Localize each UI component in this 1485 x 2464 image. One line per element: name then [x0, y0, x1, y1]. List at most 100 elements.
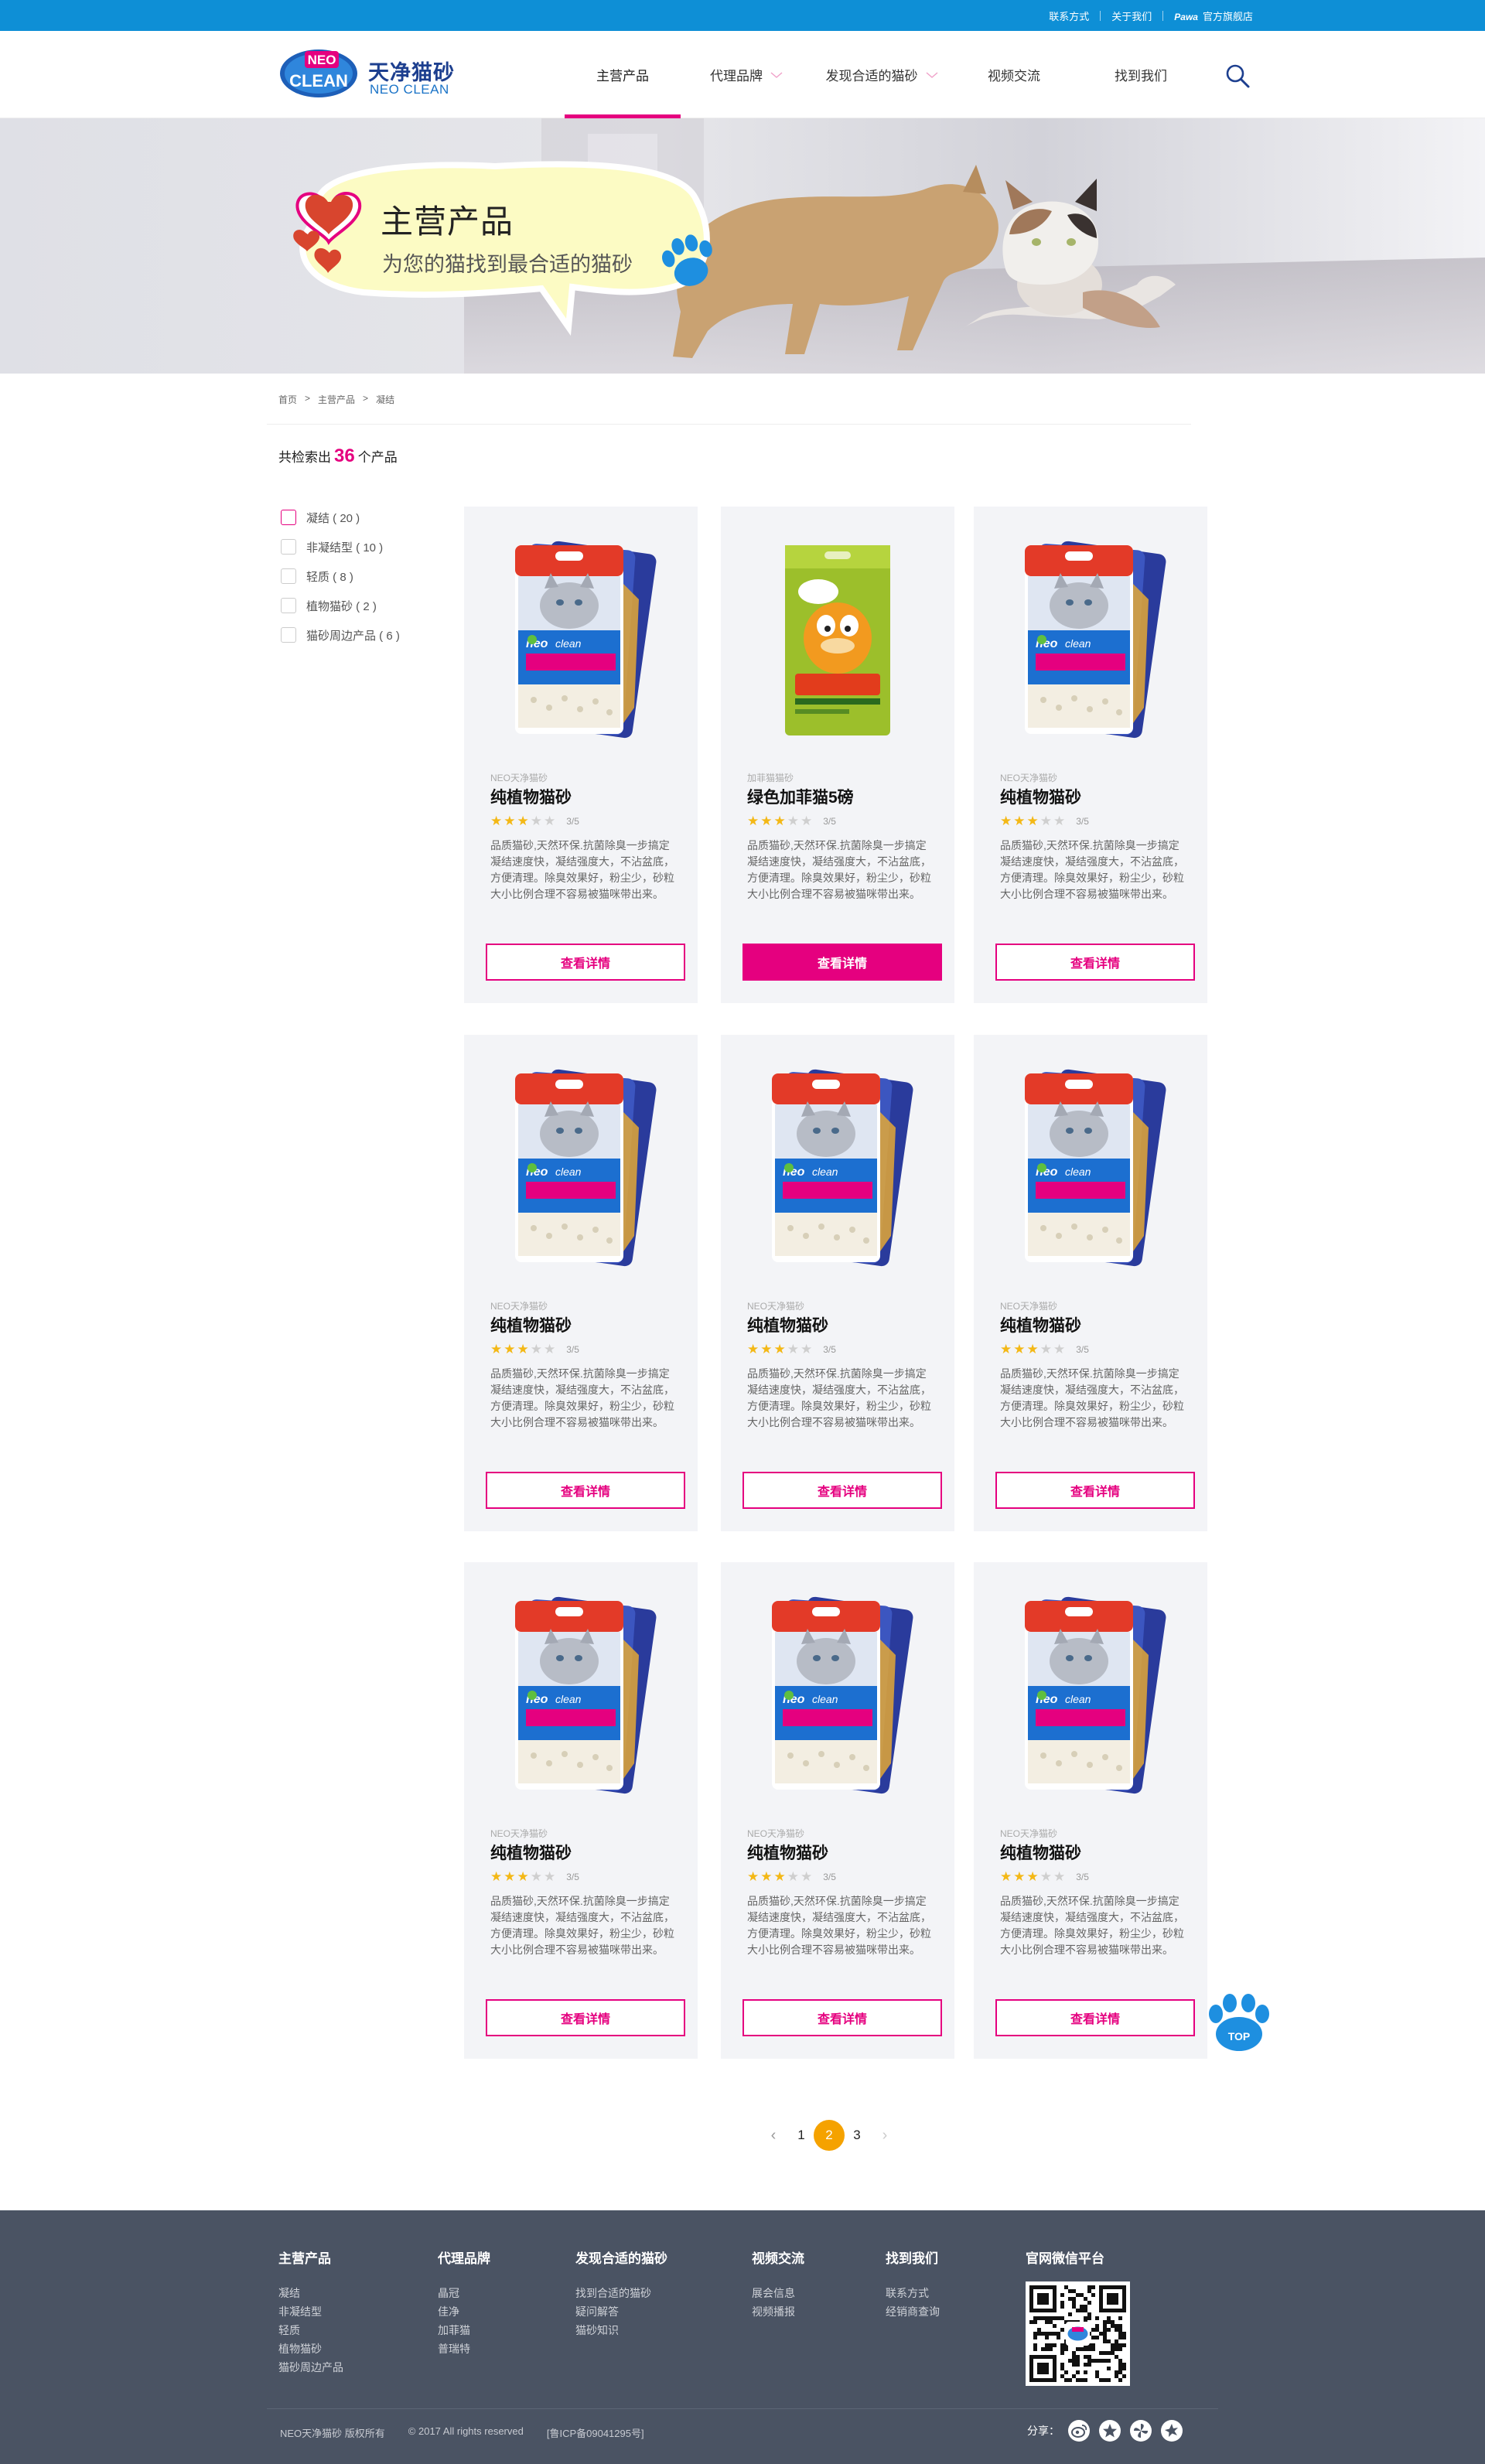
- product-card[interactable]: neo clean NEO天净猫砂 纯植物猫砂 ★ ★ ★ ★ ★ 3/5 品质猫砂,天然环保.抗菌…: [974, 507, 1207, 1003]
- product-name[interactable]: 纯植物猫砂: [1000, 1841, 1081, 1864]
- rating-star-icon: ★: [1000, 1869, 1012, 1884]
- product-name[interactable]: 绿色加菲猫5磅: [747, 785, 854, 808]
- page-number-1[interactable]: 1: [786, 2120, 817, 2151]
- pinwheel-icon[interactable]: [1129, 2419, 1152, 2442]
- nav-item-brands[interactable]: 代理品牌: [688, 31, 804, 118]
- breadcrumb-home[interactable]: 首页: [278, 393, 297, 406]
- next-page-button[interactable]: ›: [869, 2120, 900, 2151]
- filter-label: 轻质 ( 8 ): [306, 570, 353, 584]
- product-name[interactable]: 纯植物猫砂: [490, 785, 572, 808]
- view-details-button[interactable]: 查看详情: [995, 944, 1195, 981]
- product-name[interactable]: 纯植物猫砂: [747, 1313, 828, 1336]
- footer-link[interactable]: 找到合适的猫砂: [575, 2284, 667, 2302]
- nav-item-find-us[interactable]: 找到我们: [1083, 31, 1199, 118]
- icp-number[interactable]: [鲁ICP备09041295号]: [547, 2425, 644, 2440]
- view-details-button[interactable]: 查看详情: [486, 1999, 685, 2036]
- view-details-button[interactable]: 查看详情: [995, 1472, 1195, 1509]
- product-card[interactable]: neo clean NEO天净猫砂 纯植物猫砂 ★ ★ ★ ★ ★ 3/5 品质猫砂,天然环保.抗菌…: [974, 1562, 1207, 2059]
- topbar-link-contact[interactable]: 联系方式: [1049, 9, 1089, 23]
- filter-label: 凝结 ( 20 ): [306, 511, 360, 525]
- rating-star-icon: ★: [530, 1342, 542, 1357]
- page-number-2[interactable]: 2: [814, 2120, 845, 2151]
- filter-checkbox[interactable]: [281, 568, 296, 584]
- product-name[interactable]: 纯植物猫砂: [490, 1313, 572, 1336]
- rating-text: 3/5: [566, 1343, 579, 1355]
- rating-star-icon: ★: [1053, 1342, 1066, 1357]
- prev-page-button[interactable]: ‹: [758, 2120, 789, 2151]
- filter-option[interactable]: 植物猫砂 ( 2 ): [281, 591, 400, 620]
- product-name[interactable]: 纯植物猫砂: [1000, 1313, 1081, 1336]
- product-card[interactable]: neo clean NEO天净猫砂 纯植物猫砂 ★ ★ ★ ★ ★ 3/5 品质猫砂,天然环保.抗菌…: [721, 1035, 954, 1531]
- filter-checkbox[interactable]: [281, 627, 296, 643]
- footer-link[interactable]: 疑问解答: [575, 2302, 667, 2321]
- filter-checkbox[interactable]: [281, 598, 296, 613]
- footer-link[interactable]: 植物猫砂: [278, 2339, 343, 2358]
- product-card[interactable]: neo clean NEO天净猫砂 纯植物猫砂 ★ ★ ★ ★ ★ 3/5 品质猫砂,天然环保.抗菌…: [464, 1562, 698, 2059]
- footer-column-title[interactable]: 发现合适的猫砂: [575, 2247, 667, 2267]
- topbar-link-about[interactable]: 关于我们: [1111, 9, 1152, 23]
- footer-link[interactable]: 视频播报: [752, 2302, 804, 2321]
- nav-item-find-litter[interactable]: 发现合适的猫砂: [812, 31, 951, 118]
- footer-link[interactable]: 普瑞特: [438, 2339, 490, 2358]
- site-logo[interactable]: NEO CLEAN 天净猫砂 NEO CLEAN: [278, 48, 464, 102]
- product-card[interactable]: neo clean NEO天净猫砂 纯植物猫砂 ★ ★ ★ ★ ★ 3/5 品质猫砂,天然环保.抗菌…: [721, 1562, 954, 2059]
- back-to-top-button[interactable]: TOP: [1207, 1992, 1272, 2054]
- filter-option[interactable]: 非凝结型 ( 10 ): [281, 532, 400, 561]
- filter-option[interactable]: 轻质 ( 8 ): [281, 561, 400, 591]
- banner-subtitle: 为您的猫找到最合适的猫砂: [382, 253, 633, 276]
- footer-link[interactable]: 经销商查询: [886, 2302, 940, 2321]
- footer-column-title[interactable]: 主营产品: [278, 2247, 343, 2267]
- qzone-icon[interactable]: [1098, 2419, 1121, 2442]
- rating-star-icon: ★: [517, 1342, 529, 1357]
- product-card[interactable]: neo clean NEO天净猫砂 纯植物猫砂 ★ ★ ★ ★ ★ 3/5 品质猫砂,天然环保.抗菌…: [464, 507, 698, 1003]
- product-description: 品质猫砂,天然环保.抗菌除臭一步搞定凝结速度快，凝结强度大，不沾盆底，方便清理。…: [747, 1367, 931, 1428]
- nav-item-products[interactable]: 主营产品: [565, 31, 681, 118]
- footer-link[interactable]: 猫砂知识: [575, 2321, 667, 2339]
- nav-item-video[interactable]: 视频交流: [956, 31, 1072, 118]
- footer-link[interactable]: 猫砂周边产品: [278, 2358, 343, 2377]
- product-card[interactable]: 加菲猫猫砂 绿色加菲猫5磅 ★ ★ ★ ★ ★ 3/5 品质猫砂,天然环保.抗菌除臭一步搞定凝结…: [721, 507, 954, 1003]
- view-details-button[interactable]: 查看详情: [742, 1999, 942, 2036]
- rating-star-icon: ★: [787, 814, 799, 828]
- footer-column-title[interactable]: 官网微信平台: [1026, 2247, 1104, 2267]
- view-details-button[interactable]: 查看详情: [742, 944, 942, 981]
- wechat-qr-code: [1026, 2281, 1130, 2386]
- filter-option[interactable]: 猫砂周边产品 ( 6 ): [281, 620, 400, 650]
- breadcrumb-products[interactable]: 主营产品: [318, 393, 355, 406]
- product-card[interactable]: neo clean NEO天净猫砂 纯植物猫砂 ★ ★ ★ ★ ★ 3/5 品质猫砂,天然环保.抗菌…: [974, 1035, 1207, 1531]
- footer-link[interactable]: 加菲猫: [438, 2321, 490, 2339]
- nav-label: 代理品牌: [710, 69, 763, 84]
- filter-checkbox[interactable]: [281, 510, 296, 525]
- footer-link[interactable]: 轻质: [278, 2321, 343, 2339]
- view-details-button[interactable]: 查看详情: [486, 1472, 685, 1509]
- footer-link[interactable]: 非凝结型: [278, 2302, 343, 2321]
- footer-link[interactable]: 展会信息: [752, 2284, 804, 2302]
- rating-star-icon: ★: [787, 1869, 799, 1884]
- footer-column-title[interactable]: 代理品牌: [438, 2247, 490, 2267]
- view-details-button[interactable]: 查看详情: [995, 1999, 1195, 2036]
- search-icon[interactable]: [1224, 62, 1251, 90]
- weibo-icon[interactable]: [1067, 2419, 1091, 2442]
- footer-column-title[interactable]: 视频交流: [752, 2247, 804, 2267]
- page-number-3[interactable]: 3: [842, 2120, 872, 2151]
- product-card[interactable]: neo clean NEO天净猫砂 纯植物猫砂 ★ ★ ★ ★ ★ 3/5 品质猫砂,天然环保.抗菌…: [464, 1035, 698, 1531]
- topbar-link-store[interactable]: Pawa 官方旗舰店: [1174, 9, 1253, 23]
- copyright: NEO天净猫砂 版权所有 © 2017 All rights reserved …: [280, 2425, 644, 2440]
- footer-link[interactable]: 晶冠: [438, 2284, 490, 2302]
- rating-star-icon: ★: [544, 814, 556, 828]
- product-name[interactable]: 纯植物猫砂: [490, 1841, 572, 1864]
- flower-icon[interactable]: [1160, 2419, 1183, 2442]
- product-name[interactable]: 纯植物猫砂: [1000, 785, 1081, 808]
- svg-text:clean: clean: [812, 1693, 838, 1705]
- view-details-button[interactable]: 查看详情: [742, 1472, 942, 1509]
- filter-option[interactable]: 凝结 ( 20 ): [281, 503, 400, 532]
- product-name[interactable]: 纯植物猫砂: [747, 1841, 828, 1864]
- nav-label: 找到我们: [1115, 69, 1167, 84]
- footer-link[interactable]: 佳净: [438, 2302, 490, 2321]
- footer-link[interactable]: 凝结: [278, 2284, 343, 2302]
- rating-star-icon: ★: [1013, 814, 1026, 828]
- footer-link[interactable]: 联系方式: [886, 2284, 940, 2302]
- footer-column-title[interactable]: 找到我们: [886, 2247, 940, 2267]
- filter-checkbox[interactable]: [281, 539, 296, 555]
- view-details-button[interactable]: 查看详情: [486, 944, 685, 981]
